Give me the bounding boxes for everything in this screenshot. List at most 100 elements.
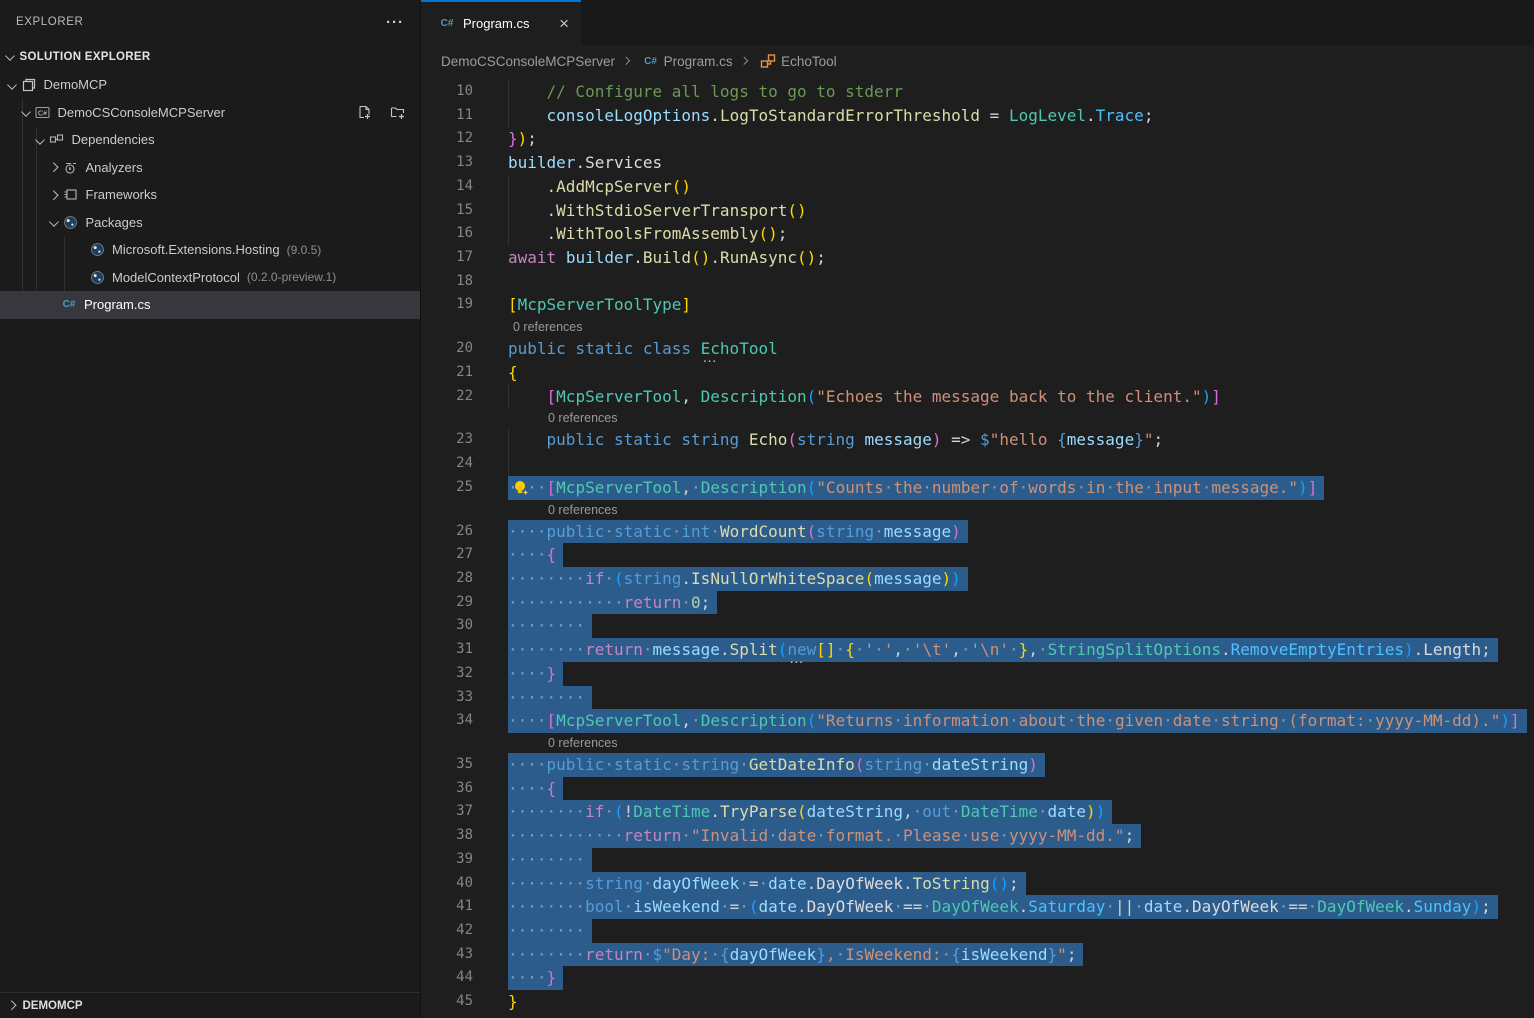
chevron-down-icon[interactable] (21, 107, 30, 116)
code-content[interactable]: ········ (473, 919, 1534, 943)
code-content[interactable]: ········ (473, 614, 1534, 638)
code-content[interactable]: [McpServerTool, Description("Echoes the … (473, 385, 1534, 409)
code-content[interactable]: ····{ (473, 543, 1534, 567)
code-content[interactable]: }); (473, 127, 1534, 151)
code-line-10[interactable]: 10 // Configure all logs to go to stderr (421, 80, 1534, 104)
tree-item-frameworks[interactable]: Frameworks (0, 181, 420, 209)
solution-explorer-section-header[interactable]: SOLUTION EXPLORER (0, 44, 420, 69)
code-content[interactable]: builder.Services (473, 151, 1534, 175)
code-content[interactable]: ····{ (473, 777, 1534, 801)
tree-item-dependencies[interactable]: Dependencies (0, 126, 420, 154)
code-content[interactable]: // Configure all logs to go to stderr (473, 80, 1534, 104)
code-content[interactable]: ········return·$"Day:·{dayOfWeek},·IsWee… (473, 943, 1534, 967)
tree-item-packages[interactable]: Packages (0, 209, 420, 237)
lightbulb-icon[interactable] (512, 479, 530, 497)
code-line-42[interactable]: 42········ (421, 919, 1534, 943)
code-content[interactable]: public static string Echo(string message… (473, 428, 1534, 452)
breadcrumb-item-program-cs[interactable]: C#Program.cs (637, 53, 733, 69)
code-line-39[interactable]: 39········ (421, 848, 1534, 872)
code-content[interactable] (473, 452, 1534, 476)
codelens-references[interactable]: 0 references (421, 408, 1534, 428)
code-line-23[interactable]: 23 public static string Echo(string mess… (421, 428, 1534, 452)
chevron-right-icon[interactable] (49, 190, 58, 199)
code-line-32[interactable]: 32····} (421, 662, 1534, 686)
code-content[interactable]: .AddMcpServer() (473, 175, 1534, 199)
sidebar-bottom-section[interactable]: DEMOMCP (0, 992, 420, 1018)
more-actions-icon[interactable]: ··· (386, 14, 404, 31)
code-line-36[interactable]: 36····{ (421, 777, 1534, 801)
tree-item-program-cs[interactable]: C#Program.cs (0, 291, 420, 319)
code-line-27[interactable]: 27····{ (421, 543, 1534, 567)
code-line-18[interactable]: 18 (421, 270, 1534, 294)
code-line-11[interactable]: 11 consoleLogOptions.LogToStandardErrorT… (421, 104, 1534, 128)
new-folder-icon[interactable] (390, 104, 406, 120)
code-content[interactable]: ········ (473, 686, 1534, 710)
tree-item-democsconsolemcpserver[interactable]: C#DemoCSConsoleMCPServer (0, 99, 420, 127)
code-line-24[interactable]: 24 (421, 452, 1534, 476)
code-content[interactable]: public static class EchoTool (473, 337, 1534, 361)
code-line-21[interactable]: 21{ (421, 361, 1534, 385)
code-content[interactable]: ········return·message.Split(new[]·{·'·'… (473, 638, 1534, 662)
code-line-13[interactable]: 13builder.Services (421, 151, 1534, 175)
code-line-38[interactable]: 38············return·"Invalid·date·forma… (421, 824, 1534, 848)
code-line-26[interactable]: 26····public·static·int·WordCount(string… (421, 520, 1534, 544)
code-line-29[interactable]: 29············return·0; (421, 591, 1534, 615)
code-content[interactable]: .WithToolsFromAssembly(); (473, 222, 1534, 246)
code-line-45[interactable]: 45} (421, 990, 1534, 1014)
breadcrumb-item-democsconsolemcpserver[interactable]: DemoCSConsoleMCPServer (441, 54, 615, 69)
code-content[interactable]: ········if·(!DateTime.TryParse(dateStrin… (473, 800, 1534, 824)
code-line-22[interactable]: 22 [McpServerTool, Description("Echoes t… (421, 385, 1534, 409)
code-line-40[interactable]: 40········string·dayOfWeek·=·date.DayOfW… (421, 872, 1534, 896)
code-content[interactable]: [McpServerToolType] (473, 293, 1534, 317)
code-content[interactable]: ····public·static·int·WordCount(string·m… (473, 520, 1534, 544)
code-line-35[interactable]: 35····public·static·string·GetDateInfo(s… (421, 753, 1534, 777)
tree-item-demomcp[interactable]: DemoMCP (0, 71, 420, 99)
tree-item-analyzers[interactable]: Analyzers (0, 154, 420, 182)
code-line-28[interactable]: 28········if·(string.IsNullOrWhiteSpace(… (421, 567, 1534, 591)
code-line-25[interactable]: 25····[McpServerTool,·Description("Count… (421, 476, 1534, 500)
code-content[interactable]: consoleLogOptions.LogToStandardErrorThre… (473, 104, 1534, 128)
code-line-17[interactable]: 17await builder.Build().RunAsync(); (421, 246, 1534, 270)
code-content[interactable]: ········string·dayOfWeek·=·date.DayOfWee… (473, 872, 1534, 896)
code-content[interactable]: ········bool·isWeekend·=·(date.DayOfWeek… (473, 895, 1534, 919)
breadcrumb-item-echotool[interactable]: EchoTool (754, 53, 837, 69)
chevron-right-icon[interactable] (49, 163, 58, 172)
code-content[interactable]: ········if·(string.IsNullOrWhiteSpace(me… (473, 567, 1534, 591)
code-content[interactable]: { (473, 361, 1534, 385)
code-content[interactable]: ········ (473, 848, 1534, 872)
code-line-19[interactable]: 19[McpServerToolType] (421, 293, 1534, 317)
code-line-20[interactable]: 20public static class EchoTool (421, 337, 1534, 361)
code-line-34[interactable]: 34····[McpServerTool,·Description("Retur… (421, 709, 1534, 733)
code-line-30[interactable]: 30········ (421, 614, 1534, 638)
tree-item-modelcontextprotocol[interactable]: ModelContextProtocol(0.2.0-preview.1) (0, 264, 420, 292)
code-content[interactable]: ····} (473, 662, 1534, 686)
code-line-31[interactable]: 31········return·message.Split(new[]·{·'… (421, 638, 1534, 662)
codelens-references[interactable]: 0 references (421, 500, 1534, 520)
code-content[interactable]: await builder.Build().RunAsync(); (473, 246, 1534, 270)
code-content[interactable]: ····[McpServerTool,·Description("Counts·… (473, 476, 1534, 500)
chevron-down-icon[interactable] (35, 134, 44, 143)
code-content[interactable]: ············return·0; (473, 591, 1534, 615)
new-file-icon[interactable] (356, 104, 372, 120)
close-icon[interactable]: × (559, 15, 569, 32)
chevron-right-icon[interactable] (7, 1001, 16, 1010)
code-line-37[interactable]: 37········if·(!DateTime.TryParse(dateStr… (421, 800, 1534, 824)
tab-program-cs[interactable]: C# Program.cs × (421, 0, 581, 45)
code-line-14[interactable]: 14 .AddMcpServer() (421, 175, 1534, 199)
code-content[interactable] (473, 270, 1534, 294)
tree-item-microsoft-extensions-hosting[interactable]: Microsoft.Extensions.Hosting(9.0.5) (0, 236, 420, 264)
code-content[interactable]: ····public·static·string·GetDateInfo(str… (473, 753, 1534, 777)
code-line-43[interactable]: 43········return·$"Day:·{dayOfWeek},·IsW… (421, 943, 1534, 967)
codelens-references[interactable]: 0 references (421, 317, 1534, 337)
code-line-44[interactable]: 44····} (421, 966, 1534, 990)
code-area[interactable]: 10 // Configure all logs to go to stderr… (421, 77, 1534, 1018)
code-line-16[interactable]: 16 .WithToolsFromAssembly(); (421, 222, 1534, 246)
code-content[interactable]: .WithStdioServerTransport() (473, 199, 1534, 223)
code-content[interactable]: ····[McpServerTool,·Description("Returns… (473, 709, 1534, 733)
chevron-down-icon[interactable] (49, 217, 58, 226)
code-content[interactable]: ············return·"Invalid·date·format.… (473, 824, 1534, 848)
codelens-references[interactable]: 0 references (421, 733, 1534, 753)
code-line-12[interactable]: 12}); (421, 127, 1534, 151)
code-line-33[interactable]: 33········ (421, 686, 1534, 710)
chevron-down-icon[interactable] (5, 51, 14, 60)
